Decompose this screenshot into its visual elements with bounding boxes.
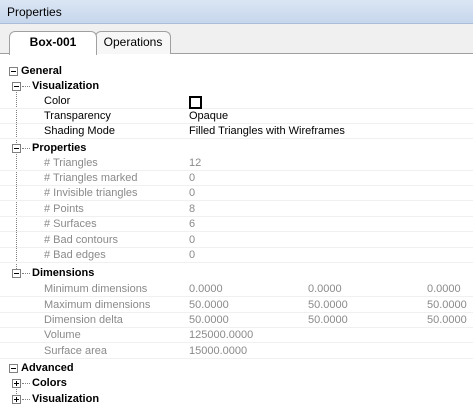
property-value: 0 — [189, 172, 196, 184]
collapse-icon[interactable] — [9, 364, 18, 373]
tree-line — [22, 383, 30, 384]
property-label: Maximum dimensions — [44, 299, 151, 311]
property-value: 0 — [189, 234, 196, 246]
property-row-color[interactable]: Color — [0, 94, 473, 109]
collapse-icon[interactable] — [12, 144, 21, 153]
category-general-label: General — [21, 65, 62, 77]
property-value: 6 — [189, 218, 196, 230]
property-value[interactable]: Opaque — [189, 109, 228, 124]
window-title: Properties — [7, 5, 62, 19]
group-advanced-visualization-label: Visualization — [32, 393, 100, 405]
property-row[interactable]: Minimum dimensions 0.0000 0.0000 0.0000 — [0, 282, 473, 297]
property-value: 12 — [189, 157, 202, 169]
property-value: 0 — [189, 249, 196, 261]
properties-titlebar: Properties — [0, 0, 473, 24]
expand-icon[interactable] — [12, 379, 21, 388]
property-row-shading-mode[interactable]: Shading Mode Filled Triangles with Wiref… — [0, 124, 473, 139]
property-row[interactable]: # Bad edges 0 — [0, 248, 473, 263]
tab-operations-label: Operations — [103, 35, 163, 49]
property-row[interactable]: # Triangles marked 0 — [0, 171, 473, 186]
property-row[interactable]: # Invisible triangles 0 — [0, 186, 473, 201]
property-label: # Triangles — [44, 157, 98, 169]
category-advanced-label: Advanced — [21, 362, 74, 374]
collapse-icon[interactable] — [12, 269, 21, 278]
tree-line — [22, 148, 30, 149]
property-value: 15000.0000 — [189, 345, 248, 357]
property-value-x: 0.0000 — [189, 283, 223, 295]
property-value-z: 50.0000 — [427, 314, 467, 326]
property-row[interactable]: Maximum dimensions 50.0000 50.0000 50.00… — [0, 298, 473, 313]
property-label: Color — [44, 95, 71, 107]
property-row[interactable]: # Points 8 — [0, 202, 473, 217]
property-value[interactable]: Filled Triangles with Wireframes — [189, 124, 345, 139]
property-grid: General Visualization Color Transparency… — [0, 54, 473, 410]
property-label: # Bad contours — [44, 234, 118, 246]
property-row-transparency[interactable]: Transparency Opaque — [0, 109, 473, 124]
group-visualization[interactable]: Visualization — [0, 79, 473, 94]
property-label: # Points — [44, 203, 84, 215]
group-dimensions-label: Dimensions — [32, 267, 95, 279]
property-value: 0 — [189, 187, 196, 199]
collapse-icon[interactable] — [12, 82, 21, 91]
tree-line — [22, 86, 30, 87]
group-visualization-label: Visualization — [32, 80, 100, 92]
property-value: 8 — [189, 203, 196, 215]
tab-box-001-label: Box-001 — [29, 35, 77, 49]
group-dimensions[interactable]: Dimensions — [0, 266, 473, 281]
property-value-x: 50.0000 — [189, 299, 229, 311]
property-row[interactable]: Volume 125000.0000 — [0, 328, 473, 343]
tab-box-001[interactable]: Box-001 — [9, 31, 97, 55]
collapse-icon[interactable] — [9, 67, 18, 76]
color-swatch[interactable] — [189, 96, 202, 109]
property-value-z: 50.0000 — [427, 299, 467, 311]
property-value-x: 50.0000 — [189, 314, 229, 326]
property-label: # Invisible triangles — [44, 187, 138, 199]
property-label: Dimension delta — [44, 314, 123, 326]
property-value-y: 50.0000 — [308, 314, 348, 326]
property-value-y: 0.0000 — [308, 283, 342, 295]
property-label: Surface area — [44, 345, 107, 357]
property-label: Shading Mode — [44, 125, 115, 137]
property-row[interactable]: Surface area 15000.0000 — [0, 344, 473, 359]
group-properties[interactable]: Properties — [0, 141, 473, 156]
property-label: Volume — [44, 329, 81, 341]
property-value: 125000.0000 — [189, 329, 254, 341]
property-row[interactable]: # Surfaces 6 — [0, 217, 473, 232]
property-row[interactable]: # Bad contours 0 — [0, 233, 473, 248]
expand-icon[interactable] — [12, 395, 21, 404]
property-value-z: 0.0000 — [427, 283, 461, 295]
group-properties-label: Properties — [32, 142, 87, 154]
tree-line — [22, 399, 30, 400]
group-advanced-visualization[interactable]: Visualization — [0, 392, 473, 407]
tree-line — [22, 273, 30, 274]
tab-operations[interactable]: Operations — [95, 31, 171, 54]
category-general[interactable]: General — [0, 64, 473, 79]
category-advanced[interactable]: Advanced — [0, 361, 473, 376]
property-label: # Bad edges — [44, 249, 106, 261]
property-label: # Surfaces — [44, 218, 97, 230]
group-colors[interactable]: Colors — [0, 376, 473, 391]
group-colors-label: Colors — [32, 377, 67, 389]
property-row[interactable]: Dimension delta 50.0000 50.0000 50.0000 — [0, 313, 473, 328]
property-label: Transparency — [44, 110, 111, 122]
property-label: Minimum dimensions — [44, 283, 148, 295]
property-label: # Triangles marked — [44, 172, 138, 184]
property-row[interactable]: # Triangles 12 — [0, 156, 473, 171]
property-value-y: 50.0000 — [308, 299, 348, 311]
